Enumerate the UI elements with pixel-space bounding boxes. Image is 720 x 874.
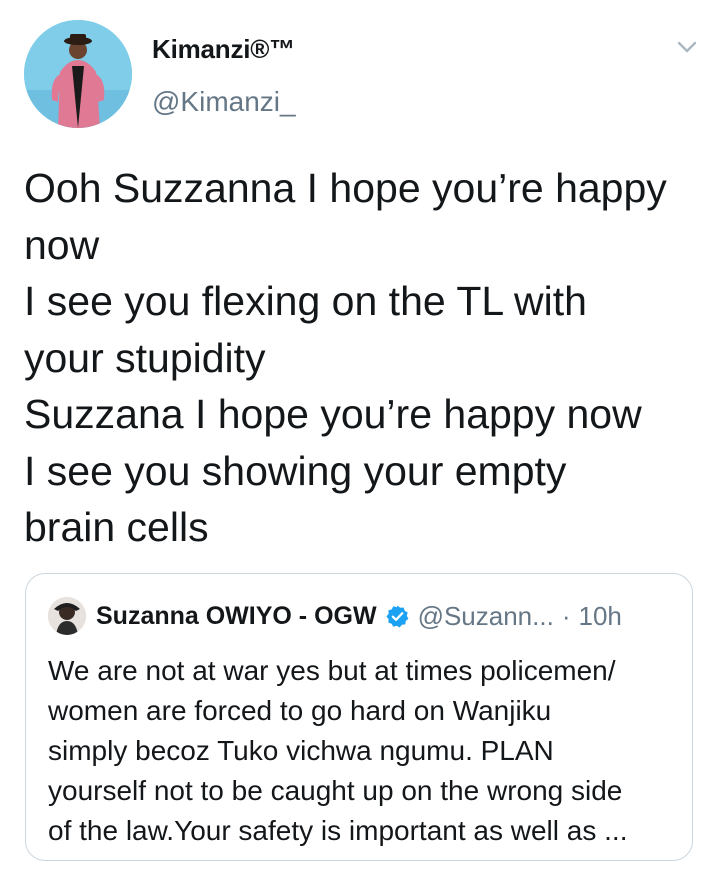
quoted-avatar-image — [48, 597, 86, 635]
quoted-text-line: yourself not to be caught up on the wron… — [48, 775, 623, 806]
tweet-text: Ooh Suzzanna I hope you’re happy now I s… — [24, 160, 704, 556]
tweet-text-line: your stupidity — [24, 334, 266, 381]
avatar[interactable] — [24, 20, 132, 128]
quoted-text-line: women are forced to go hard on Wanjiku — [48, 695, 552, 726]
quoted-display-name: Suzanna OWIYO - OGW — [96, 601, 377, 630]
quoted-avatar — [48, 597, 86, 635]
quoted-handle: @Suzann... — [417, 600, 554, 631]
quoted-text-line: We are not at war yes but at times polic… — [48, 655, 616, 686]
tweet-text-line: I see you flexing on the TL with — [24, 278, 587, 324]
tweet-header: Kimanzi®™ @Kimanzi_ — [0, 0, 720, 140]
user-handle[interactable]: @Kimanzi_ — [152, 86, 296, 118]
display-name[interactable]: Kimanzi®™ — [152, 34, 295, 65]
chevron-down-icon[interactable] — [676, 36, 698, 58]
tweet-text-line: brain cells — [24, 504, 209, 550]
quoted-tweet-header: Suzanna OWIYO - OGW @Suzann... · 10h — [48, 596, 622, 636]
tweet-text-line: I see you showing your empty — [24, 447, 567, 494]
tweet-text-line: Ooh Suzzanna I hope you’re happy — [24, 165, 667, 211]
avatar-image — [24, 20, 132, 128]
quoted-tweet-card[interactable]: Suzanna OWIYO - OGW @Suzann... · 10h We … — [25, 573, 693, 861]
separator-dot: · — [561, 600, 571, 631]
verified-badge-icon — [386, 605, 408, 627]
quoted-text-line: simply becoz Tuko vichwa ngumu. PLAN — [48, 735, 554, 766]
tweet-text-line: now — [24, 221, 100, 268]
quoted-tweet-text: We are not at war yes but at times polic… — [48, 651, 688, 851]
tweet-text-line: Suzzana I hope you’re happy now — [24, 391, 642, 437]
quoted-text-line: of the law.Your safety is important as w… — [48, 815, 628, 846]
quoted-timestamp: 10h — [578, 600, 622, 631]
